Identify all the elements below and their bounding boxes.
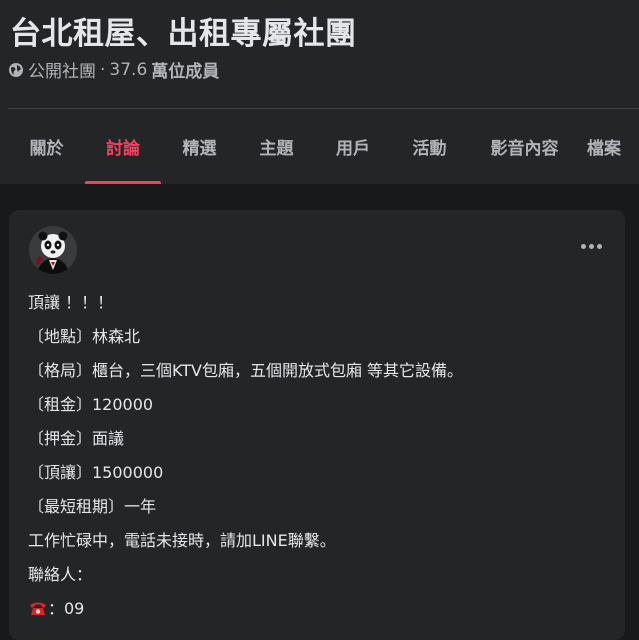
tab-about[interactable]: 關於 [0, 109, 93, 184]
meta-separator: · [100, 59, 106, 80]
post-phone-line: ：09 [28, 592, 608, 626]
more-options-button[interactable] [577, 234, 605, 258]
tab-discussion[interactable]: 討論 [85, 109, 161, 184]
telephone-icon [30, 602, 46, 615]
privacy-label[interactable]: 公開社團 [28, 57, 96, 82]
post-line: 〔頂讓〕1500000 [28, 463, 164, 482]
post-line: 〔格局〕櫃台，三個KTV包廂，五個開放式包廂 等其它設備。 [28, 361, 464, 380]
more-dot-icon [588, 243, 594, 249]
post-line: 〔押金〕面議 [28, 429, 125, 448]
post-line: 〔地點〕林森北 [28, 327, 141, 346]
group-meta: 公開社團 · 37.6 萬位成員 [8, 57, 219, 82]
post-body: 頂讓 ！！！ 〔地點〕林森北 〔格局〕櫃台，三個KTV包廂，五個開放式包廂 等其… [28, 286, 608, 626]
post-line: 工作忙碌中，電話未接時，請加LINE聯繫。 [28, 531, 336, 550]
group-title[interactable]: 台北租屋、出租專屬社團 [10, 8, 357, 53]
post-line: 聯絡人： [28, 565, 93, 584]
more-dot-icon [596, 243, 602, 249]
post-line: 〔租金〕120000 [28, 395, 154, 414]
group-tabs: 關於 討論 精選 主題 用戶 活動 影音內容 檔案 [0, 109, 639, 184]
member-count: 37.6 [109, 59, 148, 80]
tab-events[interactable]: 活動 [391, 109, 468, 184]
tab-members[interactable]: 用戶 [315, 109, 391, 184]
tab-featured[interactable]: 精選 [161, 109, 238, 184]
member-unit[interactable]: 萬位成員 [151, 57, 219, 82]
post-card: 頂讓 ！！！ 〔地點〕林森北 〔格局〕櫃台，三個KTV包廂，五個開放式包廂 等其… [9, 210, 625, 640]
avatar[interactable] [29, 226, 77, 274]
panda-avatar-icon [29, 226, 77, 274]
group-header: 台北租屋、出租專屬社團 公開社團 · 37.6 萬位成員 關於 討論 精選 主題… [0, 0, 639, 184]
more-dot-icon [580, 243, 586, 249]
tab-topics[interactable]: 主題 [238, 109, 315, 184]
globe-icon [9, 62, 23, 77]
post-line: 頂讓 ！！！ [28, 293, 114, 312]
post-line: 〔最短租期〕一年 [28, 497, 157, 516]
tab-media[interactable]: 影音內容 [468, 109, 581, 184]
tab-files[interactable]: 檔案 [581, 109, 639, 184]
phone-text: ：09 [48, 599, 85, 618]
